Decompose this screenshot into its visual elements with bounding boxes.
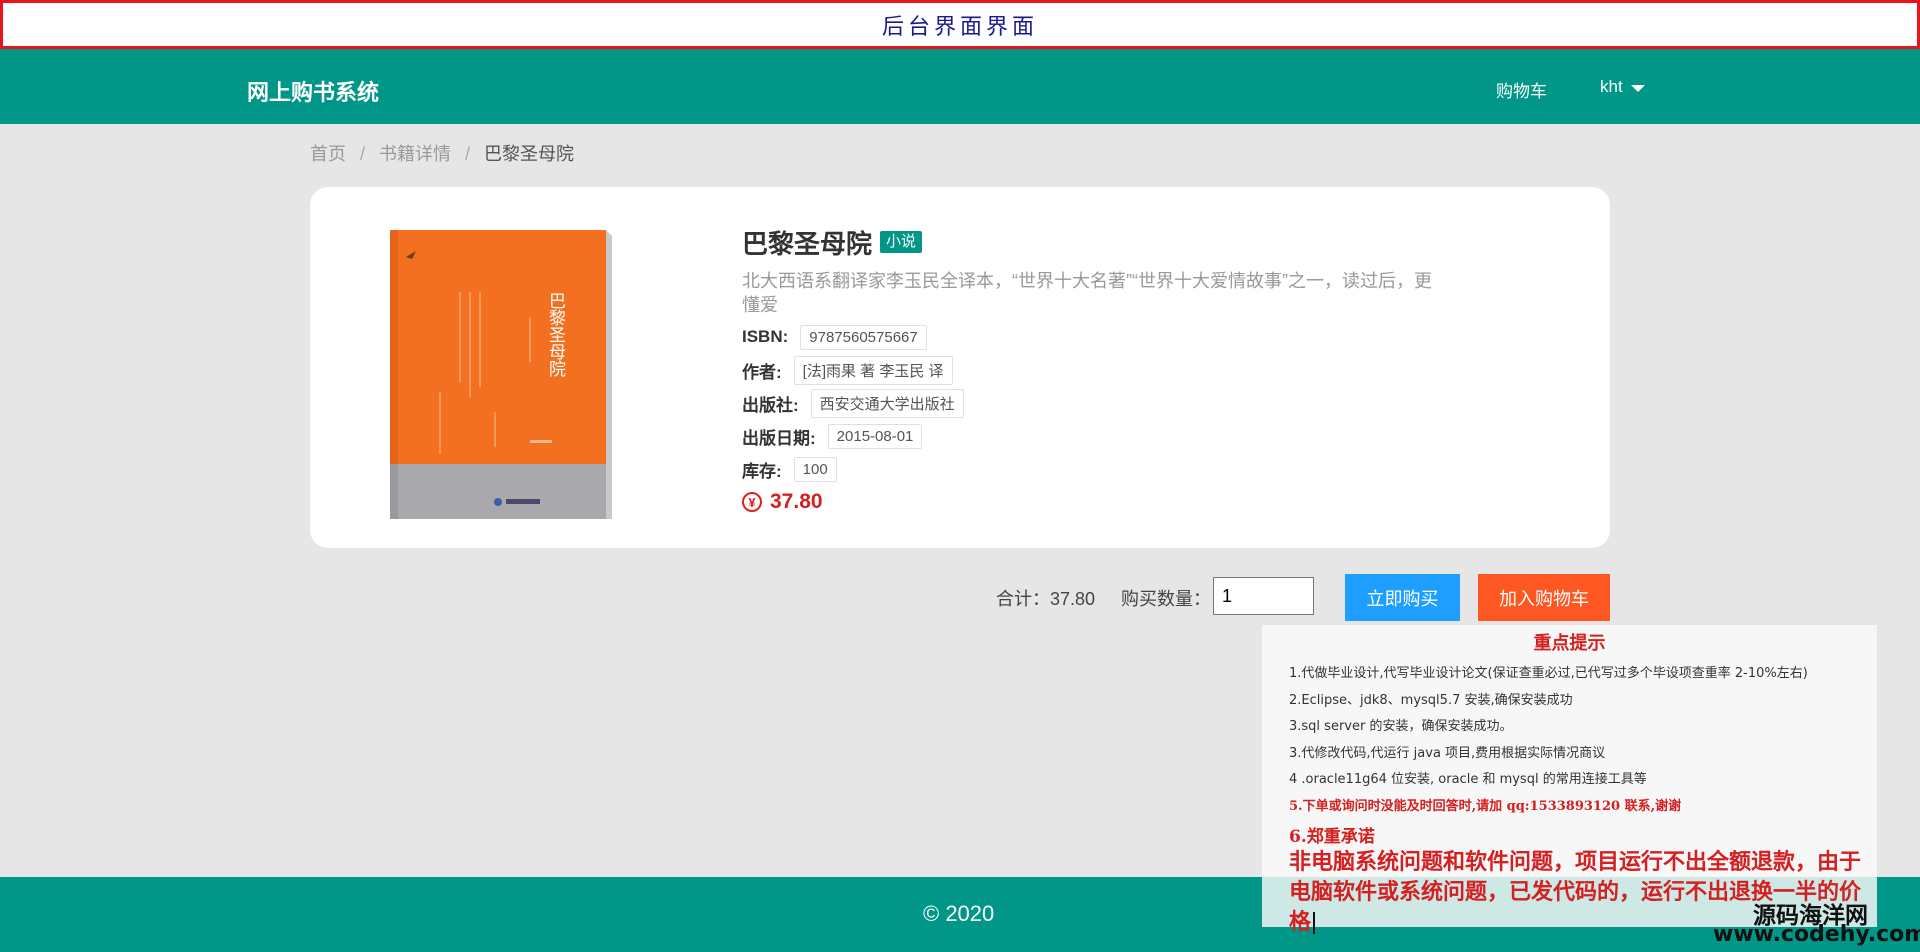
nav-cart-link[interactable]: 购物车 bbox=[1496, 77, 1547, 102]
field-label: ISBN: bbox=[742, 327, 789, 346]
book-title: 巴黎圣母院 bbox=[742, 228, 873, 259]
notice-line: 3.sql server 的安装，确保安装成功。 bbox=[1289, 719, 1513, 734]
add-to-cart-button[interactable]: 加入购物车 bbox=[1478, 574, 1610, 621]
field-value: 西安交通大学出版社 bbox=[810, 388, 964, 418]
top-banner: 后台界面界面 bbox=[0, 0, 1920, 49]
field-author: 作者: [法]雨果 著 李玉民 译 bbox=[742, 355, 1442, 385]
price: ¥ 37.80 bbox=[742, 490, 1442, 514]
field-value: 9787560575667 bbox=[800, 324, 927, 350]
field-label: 出版日期: bbox=[742, 428, 816, 448]
book-description: 北大西语系翻译家李玉民全译本，“世界十大名著”“世界十大爱情故事”之一，读过后，… bbox=[742, 271, 1432, 315]
book-cover-image: 巴黎圣母院 bbox=[390, 230, 612, 519]
notice-line: 4 .oracle11g64 位安装, oracle 和 mysql 的常用连接… bbox=[1289, 772, 1647, 787]
notice-line: 3.代修改代码,代运行 java 项目,费用根据实际情况商议 bbox=[1289, 745, 1606, 761]
field-label: 出版社: bbox=[742, 395, 799, 415]
field-stock: 库存: 100 bbox=[742, 456, 1442, 482]
notice-title: 重点提示 bbox=[1533, 633, 1606, 654]
field-value: [法]雨果 著 李玉民 译 bbox=[793, 355, 953, 385]
field-publish-date: 出版日期: 2015-08-01 bbox=[742, 423, 1442, 449]
breadcrumb-details[interactable]: 书籍详情 bbox=[379, 144, 451, 164]
field-isbn: ISBN: 9787560575667 bbox=[742, 324, 1442, 350]
text-cursor bbox=[1313, 912, 1316, 934]
quantity-label: 购买数量： bbox=[1121, 589, 1211, 609]
breadcrumb-separator: / bbox=[465, 144, 471, 164]
footer-copyright: © 2020 bbox=[923, 901, 995, 926]
total-price: 合计：37.80 bbox=[996, 589, 1096, 609]
notice-line: 1.代做毕业设计,代写毕业设计论文(保证查重必过,已代写过多个毕设项查重率 2-… bbox=[1289, 666, 1808, 681]
banner-text: 后台界面界面 bbox=[881, 14, 1038, 40]
breadcrumb-separator: / bbox=[360, 144, 366, 164]
brand-title[interactable]: 网上购书系统 bbox=[247, 75, 379, 107]
notice-promise-heading: 6.郑重承诺 bbox=[1289, 827, 1375, 847]
breadcrumb-current: 巴黎圣母院 bbox=[484, 144, 575, 164]
field-label: 库存: bbox=[742, 461, 782, 481]
quantity-input[interactable] bbox=[1213, 577, 1314, 615]
yen-icon: ¥ bbox=[742, 492, 762, 512]
buy-now-button[interactable]: 立即购买 bbox=[1345, 574, 1460, 621]
notice-line: 2.Eclipse、jdk8、mysql5.7 安装,确保安装成功 bbox=[1289, 692, 1573, 708]
field-value: 100 bbox=[793, 456, 837, 482]
field-publisher: 出版社: 西安交通大学出版社 bbox=[742, 388, 1442, 418]
breadcrumb: 首页 / 书籍详情 / 巴黎圣母院 bbox=[310, 140, 574, 166]
user-menu[interactable]: kht bbox=[1600, 77, 1645, 97]
watermark-url: www.codehy.com bbox=[1713, 922, 1920, 947]
notice-line-contact: 5.下单或询问时没能及时回答时,请加 qq:1533893120 联系,谢谢 bbox=[1289, 798, 1682, 814]
category-badge: 小说 bbox=[880, 231, 923, 253]
field-label: 作者: bbox=[742, 362, 782, 382]
breadcrumb-home[interactable]: 首页 bbox=[310, 144, 346, 164]
cover-title: 巴黎圣母院 bbox=[545, 292, 566, 377]
book-detail-card: 巴黎圣母院 巴黎圣母院 小说 北大西语系翻译家李玉民全译本，“世界十大名著”“世… bbox=[310, 187, 1610, 548]
navbar: 网上购书系统 购物车 kht bbox=[0, 49, 1920, 124]
user-name: kht bbox=[1600, 77, 1623, 96]
caret-down-icon bbox=[1630, 84, 1645, 92]
price-value: 37.80 bbox=[770, 490, 823, 513]
notice-overlay: 重点提示 1.代做毕业设计,代写毕业设计论文(保证查重必过,已代写过多个毕设项查… bbox=[1262, 625, 1877, 935]
field-value: 2015-08-01 bbox=[827, 423, 923, 449]
book-info: 巴黎圣母院 小说 北大西语系翻译家李玉民全译本，“世界十大名著”“世界十大爱情故… bbox=[742, 225, 1442, 514]
